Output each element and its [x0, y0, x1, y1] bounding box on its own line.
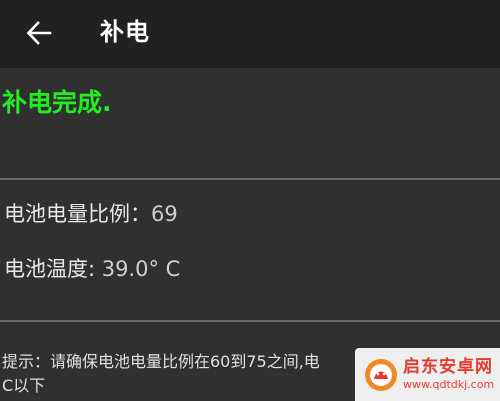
battery-temp-label: 电池温度: — [4, 257, 96, 281]
watermark: 启东安卓网 www.qdtdkj.com — [355, 348, 500, 401]
app-toolbar: 补电 — [0, 0, 500, 68]
battery-level-label: 电池电量比例： — [4, 202, 151, 226]
watermark-url: www.qdtdkj.com — [403, 378, 495, 391]
battery-temp-row: 电池温度: 39.0° C — [4, 253, 180, 285]
page-title: 补电 — [100, 18, 150, 46]
watermark-text: 启东安卓网 www.qdtdkj.com — [403, 357, 495, 391]
watermark-logo-icon — [365, 358, 397, 391]
battery-level-row: 电池电量比例：69 — [4, 198, 178, 230]
watermark-title: 启东安卓网 — [403, 357, 493, 377]
battery-temp-value: 39.0° C — [95, 257, 181, 281]
hint-line-1: 提示：请确保电池电量比例在60到75之间,电 — [2, 352, 320, 371]
divider-bottom — [0, 320, 500, 322]
screen: 补电 补电完成. 电池电量比例：69 电池温度: 39.0° C 提示：请确保电… — [0, 0, 500, 401]
battery-level-value: 69 — [151, 202, 178, 226]
arrow-left-icon — [26, 21, 52, 45]
back-button[interactable] — [16, 10, 62, 56]
divider-top — [0, 178, 500, 180]
charge-status-text: 补电完成. — [2, 88, 112, 117]
